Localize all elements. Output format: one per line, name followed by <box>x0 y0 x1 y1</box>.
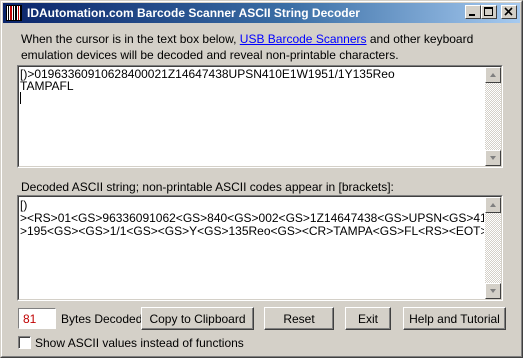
bytes-count-value: 81 <box>23 312 37 326</box>
barcode-icon <box>6 5 22 21</box>
title-bar[interactable]: IDAutomation.com Barcode Scanner ASCII S… <box>3 3 520 23</box>
scroll-up-icon <box>490 73 496 77</box>
decoded-label: Decoded ASCII string; non-printable ASCI… <box>21 180 394 194</box>
usb-barcode-scanners-link[interactable]: USB Barcode Scanners <box>240 32 367 46</box>
app-window: IDAutomation.com Barcode Scanner ASCII S… <box>0 0 523 358</box>
window-title: IDAutomation.com Barcode Scanner ASCII S… <box>27 6 360 20</box>
close-icon <box>504 7 513 16</box>
decoded-line-2: ><RS>01<GS>96336091062<GS>840<GS>002<GS>… <box>20 211 484 225</box>
input-line-1: [)>01963360910628400021Z14647438UPSN410E… <box>20 68 395 81</box>
input-line-2: TAMPAFL <box>20 79 74 93</box>
show-ascii-checkbox[interactable] <box>18 336 31 349</box>
scroll-down-icon <box>490 156 496 160</box>
exit-button[interactable]: Exit <box>345 307 391 330</box>
decoded-scroll-down-button[interactable] <box>485 283 501 299</box>
decoded-line-3: >195<GS><GS>1/1<GS><GS>Y<GS>135Reo<GS><C… <box>20 224 484 238</box>
copy-to-clipboard-button[interactable]: Copy to Clipboard <box>141 307 254 330</box>
close-button[interactable] <box>501 5 517 19</box>
intro-text-before: When the cursor is in the text box below… <box>21 32 240 46</box>
decoded-scrollbar[interactable] <box>485 197 501 299</box>
scroll-down-icon <box>490 289 496 293</box>
minimize-icon <box>469 14 475 16</box>
scanner-input-content: [)>01963360910628400021Z14647438UPSN410E… <box>20 68 484 165</box>
input-scroll-down-button[interactable] <box>485 150 501 166</box>
bytes-count-field[interactable]: 81 <box>18 308 56 329</box>
decoded-output-box[interactable]: [) ><RS>01<GS>96336091062<GS>840<GS>002<… <box>17 195 503 301</box>
decoded-line-1: [) <box>20 199 28 212</box>
maximize-icon <box>484 7 493 16</box>
show-ascii-label[interactable]: Show ASCII values instead of functions <box>35 336 244 350</box>
input-line-3 <box>20 92 484 104</box>
decoded-scroll-up-button[interactable] <box>485 197 501 213</box>
maximize-button[interactable] <box>481 5 497 19</box>
bytes-decoded-label: Bytes Decoded <box>61 312 143 326</box>
scanner-input-box[interactable]: [)>01963360910628400021Z14647438UPSN410E… <box>17 65 503 168</box>
decoded-output-content: [) ><RS>01<GS>96336091062<GS>840<GS>002<… <box>20 199 484 298</box>
minimize-button[interactable] <box>465 5 481 19</box>
reset-button[interactable]: Reset <box>264 307 334 330</box>
intro-text: When the cursor is in the text box below… <box>21 31 511 63</box>
text-caret <box>20 92 21 104</box>
scroll-up-icon <box>490 203 496 207</box>
input-scrollbar[interactable] <box>485 67 501 166</box>
input-scroll-up-button[interactable] <box>485 67 501 83</box>
help-and-tutorial-button[interactable]: Help and Tutorial <box>403 307 506 330</box>
